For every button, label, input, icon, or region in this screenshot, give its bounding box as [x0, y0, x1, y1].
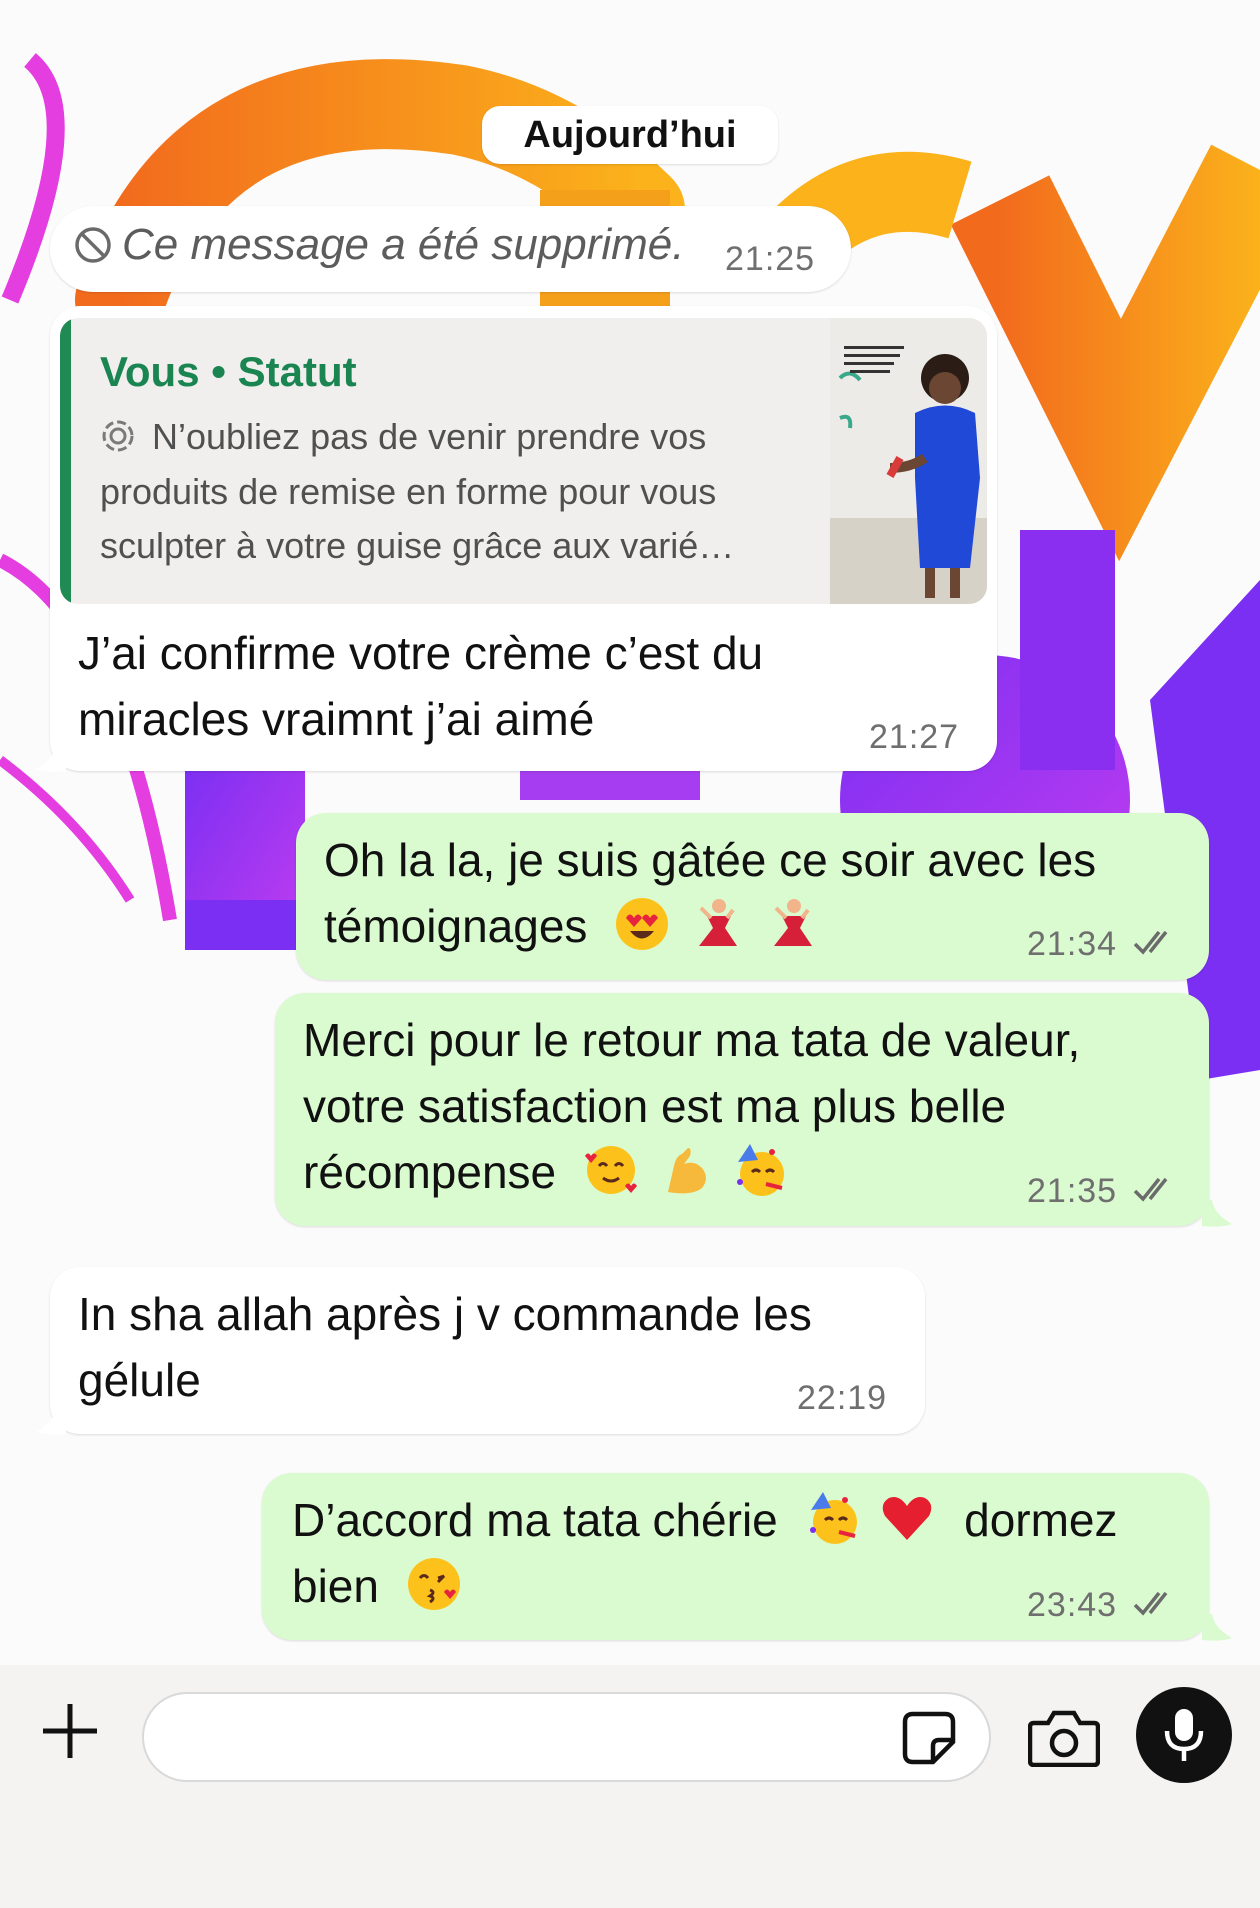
- camera-icon: [1028, 1710, 1100, 1767]
- message-text-line: récompense: [303, 1139, 794, 1205]
- voice-message-button[interactable]: [1136, 1687, 1232, 1783]
- bubble-tail: [36, 1408, 66, 1435]
- reply-author: Vous • Statut: [100, 348, 357, 395]
- message-text-line: D’accord ma tata chérie dormez: [292, 1487, 1118, 1553]
- message-text-line: témoignages: [324, 893, 826, 959]
- reply-preview-line: produits de remise en forme pour vous: [100, 471, 717, 512]
- reply-preview-line: sculpter à votre guise grâce aux varié…: [100, 525, 735, 566]
- read-receipt-icon: [1133, 1591, 1168, 1616]
- reply-accent-bar: [60, 318, 71, 604]
- message-time: 21:27: [869, 718, 960, 756]
- message-text-fragment: D’accord ma tata chérie: [292, 1494, 778, 1546]
- partying-face-emoji: [732, 1142, 788, 1198]
- message-composer: [0, 1665, 1260, 1908]
- message-text-line: J’ai confirme votre crème c’est du: [78, 627, 764, 679]
- smiling-hearts-emoji: [583, 1142, 639, 1198]
- message-time: 21:34: [1027, 925, 1118, 963]
- message-time: 21:35: [1027, 1172, 1118, 1210]
- message-text-line: Merci pour le retour ma tata de valeur,: [303, 1014, 1081, 1066]
- reply-preview-line: N’oubliez pas de venir prendre vos: [152, 416, 707, 457]
- status-ring-icon: [100, 418, 136, 454]
- camera-button[interactable]: [1027, 1707, 1101, 1769]
- read-receipt-icon: [1133, 1177, 1168, 1202]
- dancer-emoji: [764, 896, 820, 952]
- microphone-icon: [1164, 1709, 1204, 1761]
- attach-button[interactable]: [36, 1697, 104, 1765]
- dancer-emoji: [689, 896, 745, 952]
- bubble-tail: [1202, 1200, 1232, 1227]
- date-separator: Aujourd’hui: [482, 106, 778, 164]
- message-text-line: votre satisfaction est ma plus belle: [303, 1080, 1007, 1132]
- deleted-message-text: Ce message a été supprimé.: [122, 220, 685, 269]
- message-time: 21:25: [725, 240, 816, 278]
- bubble-tail: [1202, 1614, 1232, 1641]
- message-text-fragment: bien: [292, 1560, 379, 1612]
- message-time: 22:19: [797, 1379, 888, 1417]
- message-text-line: miracles vraimnt j’ai aimé: [78, 693, 595, 745]
- status-thumbnail: [830, 318, 987, 604]
- message-text-fragment: témoignages: [324, 900, 588, 952]
- kissing-heart-emoji: [406, 1556, 462, 1612]
- read-receipt-icon: [1133, 930, 1168, 955]
- message-time: 23:43: [1027, 1586, 1118, 1624]
- sticker-button[interactable]: [900, 1709, 958, 1767]
- message-text-line: In sha allah après j v commande les: [78, 1288, 812, 1340]
- flexed-biceps-emoji: [658, 1142, 714, 1198]
- message-text-line: bien: [292, 1553, 468, 1619]
- message-text-fragment: dormez: [964, 1494, 1118, 1546]
- bubble-tail: [36, 745, 66, 772]
- quoted-status-reply[interactable]: Vous • Statut N’oubliez pas de venir pre…: [60, 318, 987, 604]
- heart-eyes-emoji: [614, 896, 670, 952]
- message-text-fragment: récompense: [303, 1146, 557, 1198]
- plus-icon: [43, 1704, 97, 1758]
- sticker-icon: [902, 1711, 956, 1765]
- partying-face-emoji: [805, 1490, 861, 1546]
- message-text-line: gélule: [78, 1354, 201, 1406]
- prohibited-icon: [74, 226, 112, 264]
- message-input[interactable]: [142, 1692, 991, 1782]
- message-text-line: Oh la la, je suis gâtée ce soir avec les: [324, 834, 1097, 886]
- red-heart-emoji: [879, 1490, 935, 1546]
